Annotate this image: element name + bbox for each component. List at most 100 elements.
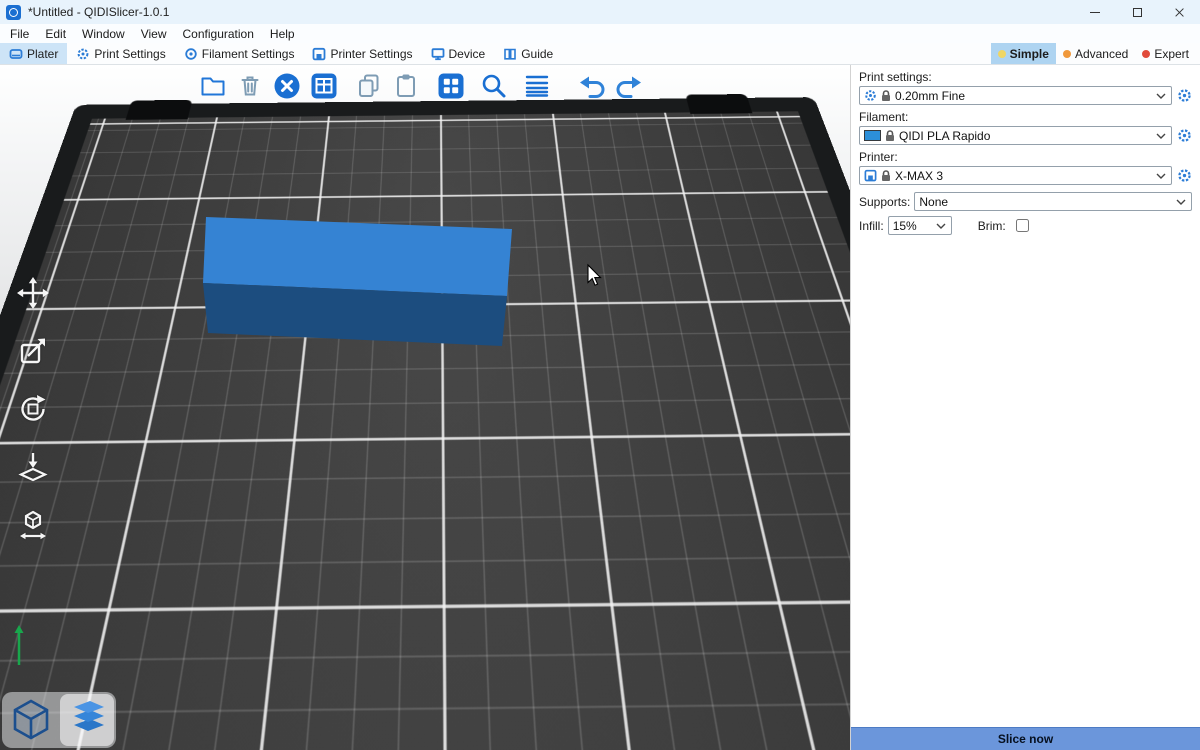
tab-guide[interactable]: Guide (494, 43, 562, 64)
supports-label: Supports: (859, 195, 910, 209)
lock-icon (881, 170, 891, 182)
filament-value: QIDI PLA Rapido (899, 129, 1152, 143)
slice-now-button[interactable]: Slice now (851, 727, 1200, 750)
menu-edit[interactable]: Edit (37, 24, 74, 43)
move-button[interactable] (12, 272, 54, 314)
brim-checkbox[interactable] (1016, 219, 1029, 232)
measure-button[interactable] (12, 504, 54, 546)
filament-color-swatch (864, 130, 881, 141)
printer-combo[interactable]: X-MAX 3 (859, 166, 1172, 185)
tab-filament-settings[interactable]: Filament Settings (175, 43, 304, 64)
print-settings-gear-button[interactable] (1177, 88, 1192, 103)
rotate-button[interactable] (12, 388, 54, 430)
close-icon (1174, 7, 1185, 18)
rotate-icon (16, 392, 50, 426)
bed-clip (685, 94, 752, 114)
tab-label: Print Settings (94, 47, 165, 61)
printer-gear-button[interactable] (1177, 168, 1192, 183)
tab-device[interactable]: Device (422, 43, 495, 64)
search-icon (480, 72, 508, 100)
scale-button[interactable] (12, 330, 54, 372)
tab-printer-settings[interactable]: Printer Settings (303, 43, 421, 64)
chevron-down-icon (1156, 93, 1166, 99)
instances-icon (437, 72, 465, 100)
mode-label: Advanced (1075, 47, 1128, 61)
print-settings-icon (76, 47, 90, 61)
infill-combo[interactable]: 15% (888, 216, 952, 235)
gizmo-toolbar (12, 272, 54, 546)
chevron-down-icon (1176, 199, 1186, 205)
preview-layers-button[interactable] (60, 694, 114, 746)
preview-layers-icon (64, 699, 110, 741)
printer-icon (864, 169, 877, 182)
mode-simple[interactable]: Simple (991, 43, 1056, 64)
delete-all-icon (273, 72, 301, 100)
object-toolbar (196, 69, 646, 103)
supports-value: None (919, 195, 1172, 209)
editor-3d-cube-icon (10, 698, 52, 742)
device-icon (431, 47, 445, 61)
tab-label: Printer Settings (330, 47, 412, 61)
filament-combo[interactable]: QIDI PLA Rapido (859, 126, 1172, 145)
close-button[interactable] (1158, 0, 1200, 24)
printer-label: Printer: (859, 150, 1192, 164)
lock-icon (885, 130, 895, 142)
plater-icon (9, 47, 23, 61)
search-button[interactable] (477, 69, 511, 103)
app-logo-icon (6, 5, 21, 20)
place-on-face-button[interactable] (12, 446, 54, 488)
redo-icon (615, 72, 643, 100)
printer-settings-icon (312, 47, 326, 61)
place-on-face-icon (16, 450, 50, 484)
preset-gear-icon (864, 89, 877, 102)
chevron-down-icon (1156, 133, 1166, 139)
paste-icon (392, 72, 420, 100)
menu-window[interactable]: Window (74, 24, 133, 43)
supports-combo[interactable]: None (914, 192, 1192, 211)
arrange-button[interactable] (307, 69, 341, 103)
window-title: *Untitled - QIDISlicer-1.0.1 (28, 5, 169, 19)
instances-button[interactable] (434, 69, 468, 103)
tab-label: Filament Settings (202, 47, 295, 61)
menu-help[interactable]: Help (262, 24, 303, 43)
tab-plater[interactable]: Plater (0, 43, 67, 64)
mode-switcher: Simple Advanced Expert (991, 43, 1200, 64)
arrange-icon (310, 72, 338, 100)
print-settings-combo[interactable]: 0.20mm Fine (859, 86, 1172, 105)
delete-all-button[interactable] (270, 69, 304, 103)
undo-button[interactable] (575, 69, 609, 103)
mode-label: Expert (1154, 47, 1189, 61)
delete-button[interactable] (233, 69, 267, 103)
redo-button[interactable] (612, 69, 646, 103)
mode-advanced[interactable]: Advanced (1056, 43, 1135, 64)
lock-icon (881, 90, 891, 102)
tab-label: Device (449, 47, 486, 61)
paste-button[interactable] (389, 69, 423, 103)
variable-layer-height-button[interactable] (520, 69, 554, 103)
tab-print-settings[interactable]: Print Settings (67, 43, 174, 64)
copy-button[interactable] (352, 69, 386, 103)
menu-view[interactable]: View (133, 24, 175, 43)
maximize-button[interactable] (1116, 0, 1158, 24)
undo-icon (578, 72, 606, 100)
variable-layer-height-icon (523, 72, 551, 100)
menu-file[interactable]: File (2, 24, 37, 43)
open-button[interactable] (196, 69, 230, 103)
expert-mode-dot-icon (1142, 50, 1150, 58)
editor-3d-button[interactable] (4, 694, 58, 746)
simple-mode-dot-icon (998, 50, 1006, 58)
bed-clip (126, 100, 193, 120)
tab-label: Plater (27, 47, 58, 61)
filament-gear-button[interactable] (1177, 128, 1192, 143)
tab-label: Guide (521, 47, 553, 61)
mode-expert[interactable]: Expert (1135, 43, 1196, 64)
tabbar: Plater Print Settings Filament Settings … (0, 43, 1200, 65)
menu-configuration[interactable]: Configuration (175, 24, 262, 43)
guide-icon (503, 47, 517, 61)
viewport-3d[interactable] (0, 65, 850, 750)
print-bed (0, 111, 850, 750)
chevron-down-icon (936, 223, 946, 229)
minimize-button[interactable] (1074, 0, 1116, 24)
copy-icon (355, 72, 383, 100)
print-settings-label: Print settings: (859, 70, 1192, 84)
